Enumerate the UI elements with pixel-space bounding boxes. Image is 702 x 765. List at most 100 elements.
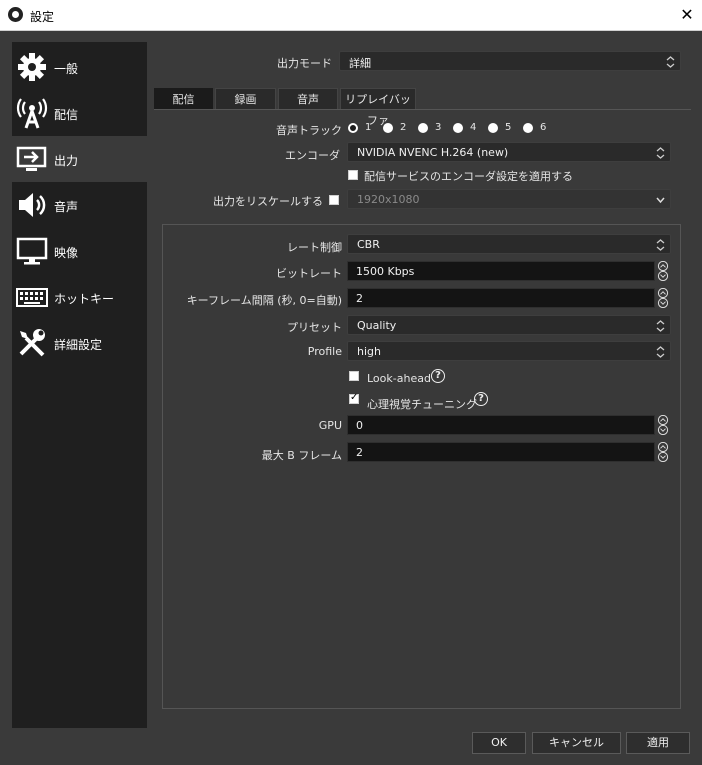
profile-value: high [357, 345, 381, 358]
monitor-icon [16, 237, 48, 265]
updown-arrows-icon [656, 346, 665, 358]
lookahead-checkbox[interactable] [349, 371, 359, 381]
apply-service-encoder-checkbox[interactable] [348, 170, 358, 180]
keyboard-icon [16, 288, 48, 307]
sidebar-item-label: ホットキー [54, 292, 115, 306]
encoder-value: NVIDIA NVENC H.264 (new) [357, 146, 509, 159]
audio-track-option-label: 2 [400, 122, 407, 133]
profile-select[interactable]: high [347, 341, 671, 361]
audio-track-radio-6[interactable] [523, 123, 533, 133]
psycho-visual-tuning-checkbox[interactable] [349, 392, 359, 404]
encoder-select[interactable]: NVIDIA NVENC H.264 (new) [347, 142, 671, 162]
obs-logo-icon [8, 7, 23, 22]
sidebar-item-output[interactable]: 出力 [12, 136, 147, 182]
rate-control-label: レート制御 [287, 241, 342, 254]
audio-track-option-label: 5 [505, 122, 512, 133]
spin-down-button[interactable] [656, 425, 670, 435]
tab-replay-buffer[interactable]: リプレイバッファ [340, 88, 416, 127]
spin-down-button[interactable] [656, 452, 670, 462]
preset-value: Quality [357, 319, 397, 332]
audio-track-radio-5[interactable] [488, 123, 498, 133]
output-monitor-icon [16, 146, 47, 171]
gpu-input[interactable]: 0 [347, 415, 655, 435]
sidebar-item-label: 配信 [54, 108, 79, 122]
sidebar-item-label: 詳細設定 [54, 338, 103, 352]
updown-arrows-icon [656, 239, 665, 251]
tab-divider [154, 109, 691, 110]
audio-track-option-label: 3 [435, 122, 442, 133]
rescale-checkbox[interactable] [329, 195, 339, 205]
help-icon[interactable]: ? [474, 392, 488, 406]
close-button[interactable]: ✕ [672, 0, 702, 30]
apply-button[interactable]: 適用 [626, 732, 690, 754]
encoder-label: エンコーダ [285, 149, 340, 162]
updown-arrows-icon [656, 147, 665, 159]
sidebar-item-label: 映像 [54, 246, 79, 260]
output-mode-value: 詳細 [349, 57, 371, 70]
audio-track-radio-1[interactable] [348, 123, 358, 133]
max-bframes-input[interactable]: 2 [347, 442, 655, 462]
psycho-visual-tuning-label: 心理視覚チューニング [367, 398, 477, 411]
tools-icon [19, 329, 45, 357]
spin-up-button[interactable] [656, 261, 670, 271]
tab-stream[interactable]: 配信 [154, 88, 213, 109]
rescale-resolution-select[interactable]: 1920x1080 [347, 189, 671, 209]
preset-label: プリセット [287, 321, 342, 334]
gear-icon [18, 53, 46, 81]
sidebar-item-stream[interactable]: 配信 [12, 90, 147, 136]
speaker-icon [19, 193, 46, 217]
rate-control-select[interactable]: CBR [347, 234, 671, 254]
output-mode-select[interactable]: 詳細 [339, 51, 681, 71]
bitrate-label: ビットレート [276, 267, 342, 280]
title-bar: 設定 ✕ [0, 0, 702, 31]
audio-track-option-label: 6 [540, 122, 547, 133]
spin-down-button[interactable] [656, 298, 670, 308]
rescale-value: 1920x1080 [357, 193, 420, 206]
sidebar-item-audio[interactable]: 音声 [12, 182, 147, 228]
max-bframes-value: 2 [356, 446, 363, 459]
sidebar-item-general[interactable]: 一般 [12, 44, 147, 90]
settings-sidebar: 一般 配信 出力 音声 映像 ホットキー 詳細設定 [12, 42, 147, 728]
audio-track-option-label: 1 [365, 122, 372, 133]
spin-up-button[interactable] [656, 442, 670, 452]
gpu-value: 0 [356, 419, 363, 432]
apply-service-encoder-label: 配信サービスのエンコーダ設定を適用する [364, 170, 573, 183]
sidebar-item-advanced[interactable]: 詳細設定 [12, 320, 147, 366]
lookahead-label: Look-ahead [367, 372, 431, 385]
updown-arrows-icon [666, 56, 675, 68]
preset-select[interactable]: Quality [347, 315, 671, 335]
gpu-label: GPU [318, 419, 342, 432]
ok-button[interactable]: OK [472, 732, 526, 754]
audio-track-option-label: 4 [470, 122, 477, 133]
rescale-label: 出力をリスケールする [213, 195, 323, 208]
bitrate-value: 1500 Kbps [356, 265, 415, 278]
tab-audio[interactable]: 音声 [278, 88, 338, 109]
sidebar-item-video[interactable]: 映像 [12, 228, 147, 274]
spin-up-button[interactable] [656, 288, 670, 298]
keyframe-interval-label: キーフレーム間隔 (秒, 0=自動) [186, 294, 342, 307]
sidebar-item-hotkeys[interactable]: ホットキー [12, 274, 147, 320]
cancel-button[interactable]: キャンセル [532, 732, 621, 754]
rate-control-value: CBR [357, 238, 380, 251]
chevron-down-icon [656, 197, 665, 204]
keyframe-interval-value: 2 [356, 292, 363, 305]
audio-track-radio-3[interactable] [418, 123, 428, 133]
audio-track-radio-4[interactable] [453, 123, 463, 133]
updown-arrows-icon [656, 320, 665, 332]
help-icon[interactable]: ? [431, 369, 445, 383]
max-bframes-label: 最大 B フレーム [261, 449, 342, 462]
output-mode-label: 出力モード [277, 57, 332, 70]
spin-down-button[interactable] [656, 271, 670, 281]
sidebar-item-label: 音声 [54, 200, 79, 214]
window-title: 設定 [30, 10, 55, 24]
keyframe-interval-input[interactable]: 2 [347, 288, 655, 308]
broadcast-antenna-icon [16, 98, 48, 129]
sidebar-item-label: 一般 [54, 62, 79, 76]
sidebar-item-label: 出力 [54, 154, 79, 168]
spin-up-button[interactable] [656, 415, 670, 425]
bitrate-input[interactable]: 1500 Kbps [347, 261, 655, 281]
tab-recording[interactable]: 録画 [215, 88, 276, 109]
audio-track-label: 音声トラック [276, 124, 342, 137]
audio-track-radio-2[interactable] [383, 123, 393, 133]
profile-label: Profile [307, 345, 342, 358]
